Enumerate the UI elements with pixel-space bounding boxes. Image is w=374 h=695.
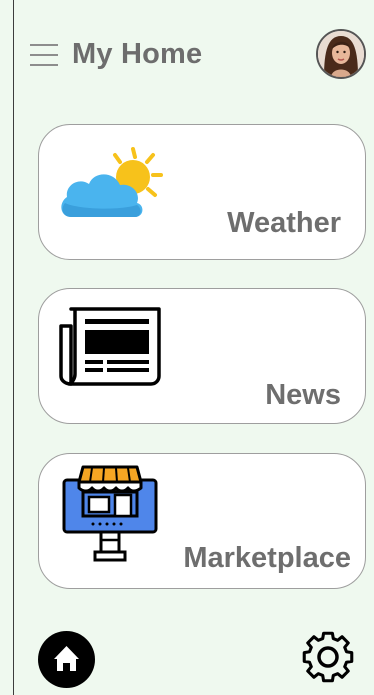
weather-partly-cloudy-icon bbox=[61, 147, 163, 217]
marketplace-card[interactable]: Marketplace bbox=[38, 453, 366, 589]
avatar[interactable] bbox=[316, 29, 366, 79]
gear-icon bbox=[302, 631, 354, 683]
home-icon bbox=[54, 646, 79, 671]
storefront-icon bbox=[62, 465, 158, 562]
newspaper-icon bbox=[59, 307, 161, 386]
page-title: My Home bbox=[72, 38, 203, 70]
avatar-photo-icon bbox=[318, 31, 364, 77]
settings-button[interactable] bbox=[300, 629, 356, 685]
weather-card[interactable]: Weather bbox=[38, 124, 366, 260]
app-header: My Home bbox=[14, 0, 374, 110]
bottom-nav bbox=[14, 612, 374, 695]
marketplace-card-label: Marketplace bbox=[183, 542, 351, 574]
hamburger-menu-icon[interactable] bbox=[30, 44, 58, 66]
weather-card-label: Weather bbox=[227, 207, 341, 239]
news-card-label: News bbox=[265, 379, 341, 411]
home-button[interactable] bbox=[38, 631, 95, 688]
news-card[interactable]: News bbox=[38, 288, 366, 424]
